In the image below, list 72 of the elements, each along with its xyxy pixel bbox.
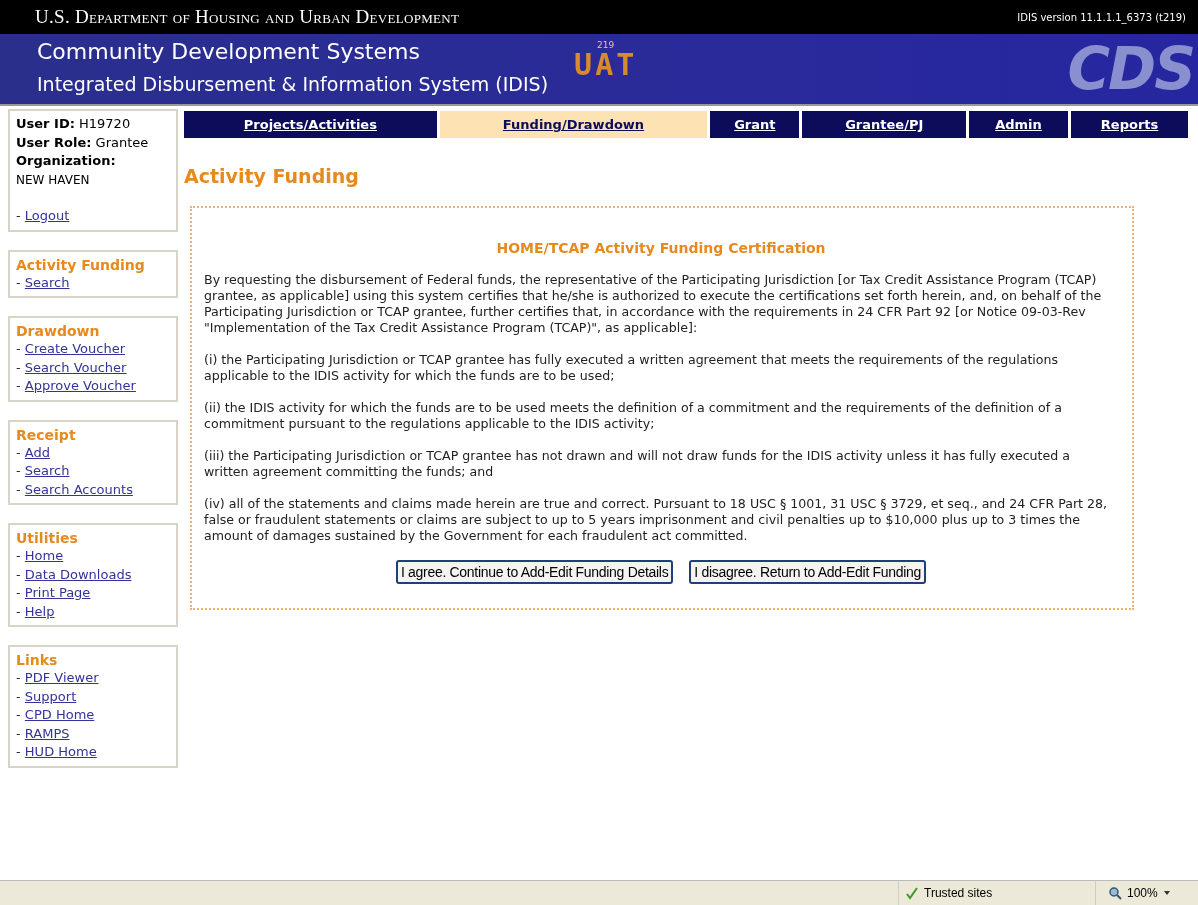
dash-text: -: [16, 481, 21, 497]
sidebar-link[interactable]: Search: [24, 274, 70, 290]
sidebar-link[interactable]: Print Page: [24, 585, 91, 600]
field-label: Organization:: [16, 153, 116, 168]
dash-text: -: [16, 341, 21, 356]
nav-tab[interactable]: Grantee/PJ: [802, 111, 966, 138]
dash-text: -: [16, 688, 21, 704]
dash-text: -: [16, 725, 21, 741]
sidebar-link[interactable]: Search Accounts: [24, 481, 133, 497]
sidebar-link[interactable]: CPD Home: [24, 707, 95, 722]
field-value: Grantee: [95, 134, 149, 150]
paragraph: (iii) the Participating Jurisdiction or TCAP grantee has not drawn and will not draw funds for the IDIS activity unless it has fully executed a written agreement committing the funds; and: [204, 448, 1071, 480]
sidebar-link[interactable]: Help: [24, 603, 55, 619]
section-title: Receipt: [16, 425, 77, 444]
dash-text: -: [16, 359, 21, 375]
paragraph: (ii) the IDIS activity for which the funds are to be used meets the definition of a commitment and the requirements of the definition of a commitment pursuant to the regulations applicable to the IDIS activity;: [204, 400, 1063, 432]
field-label: User ID:: [16, 116, 75, 131]
environment-label: UAT: [574, 50, 638, 80]
sidebar-link[interactable]: Home: [24, 548, 64, 563]
sidebar-link[interactable]: Search Voucher: [24, 359, 127, 375]
logo: CDS: [1067, 34, 1195, 104]
version-text: IDIS version 11.1.1.1_6373 (t219): [1017, 11, 1186, 23]
field-value: H19720: [79, 116, 131, 131]
nav-tab[interactable]: Reports: [1071, 111, 1188, 138]
action-button[interactable]: I disagree. Return to Add-Edit Funding: [689, 560, 927, 584]
dash-text: -: [16, 670, 21, 685]
nav-tab[interactable]: Funding/Drawdown: [439, 111, 708, 138]
page-title: Activity Funding: [184, 164, 360, 188]
dash-text: -: [16, 603, 21, 619]
security-zone: Trusted sites: [924, 886, 993, 900]
dash-text: -: [16, 585, 21, 600]
zoom-level[interactable]: 100%: [1127, 886, 1158, 900]
paragraph: (iv) all of the statements and claims made herein are true and correct. Pursuant to 18 USC § 1001, 31 USC § 3729, et seq., and 24 CFR Part 28, false or fraudulent statements or claims are subject to up to 5 years imprisonment and civil penalties up to $10,000 plus up to 3 times the amount of damages sustained by the Government for each fraudulent act committed.: [204, 496, 1109, 544]
dash-text: -: [16, 566, 21, 582]
sidebar-link[interactable]: Data Downloads: [24, 566, 132, 582]
sidebar-link[interactable]: Create Voucher: [24, 341, 125, 356]
dash-text: -: [16, 744, 21, 759]
paragraph: By requesting the disbursement of Federal funds, the representative of the Participating Jurisdiction [or Tax Credit Assistance Program (TCAP) grantee, as applicable] using this system certifies that he/she is authorized to execute the certifications set forth herein, and, on behalf of the Participating Jurisdiction or TCAP grantee, further certifies that, in accordance with the requirements in 24 CFR Part 92 [or Notice 09-03-Rev "Implementation of the Tax Credit Assistance Program (TCAP)", as applicable]:: [204, 272, 1103, 336]
build-number: 219: [597, 40, 615, 50]
nav-tab[interactable]: Projects/Activities: [184, 111, 437, 138]
section-title: Drawdown: [16, 322, 101, 340]
agency-name: U.S. Department of Housing and Urban Development: [35, 6, 460, 28]
sidebar-link[interactable]: Approve Voucher: [24, 378, 136, 393]
section-title: Links: [16, 651, 59, 669]
dash-text: -: [16, 378, 21, 393]
nav-tab[interactable]: Grant: [710, 111, 800, 138]
action-button[interactable]: I agree. Continue to Add-Edit Funding Details: [395, 560, 674, 584]
nav-tab[interactable]: Admin: [968, 111, 1069, 138]
sidebar-link[interactable]: Support: [24, 688, 77, 704]
dash-text: -: [16, 274, 21, 290]
sidebar-link[interactable]: PDF Viewer: [24, 670, 99, 685]
dash-text: -: [16, 444, 21, 460]
banner-subtitle: Integrated Disbursement & Information System (IDIS): [37, 72, 549, 97]
field-label: User Role:: [16, 134, 92, 150]
sidebar-link[interactable]: Add: [24, 444, 50, 460]
caret-icon[interactable]: [1162, 890, 1171, 896]
dash-text: -: [16, 548, 21, 563]
sidebar-link[interactable]: Search: [24, 463, 70, 478]
dash-text: -: [16, 208, 21, 223]
certification-title: HOME/TCAP Activity Funding Certification: [495, 240, 827, 256]
check-icon: [905, 886, 919, 900]
dash-text: -: [16, 707, 21, 722]
dash-text: -: [16, 463, 21, 478]
section-title: Activity Funding: [16, 255, 146, 274]
sidebar-link[interactable]: HUD Home: [24, 744, 97, 759]
banner-title: Community Development Systems: [37, 38, 421, 66]
sidebar-link[interactable]: RAMPS: [24, 725, 70, 741]
zoom-icon: [1108, 886, 1122, 900]
section-title: Utilities: [16, 529, 79, 547]
field-value: NEW HAVEN: [16, 172, 90, 187]
logout-link[interactable]: Logout: [24, 208, 70, 223]
paragraph: (i) the Participating Jurisdiction or TCAP grantee has fully executed a written agreement that meets the requirements of the regulations applicable to the IDIS activity for which the funds are to be used;: [204, 352, 1060, 384]
